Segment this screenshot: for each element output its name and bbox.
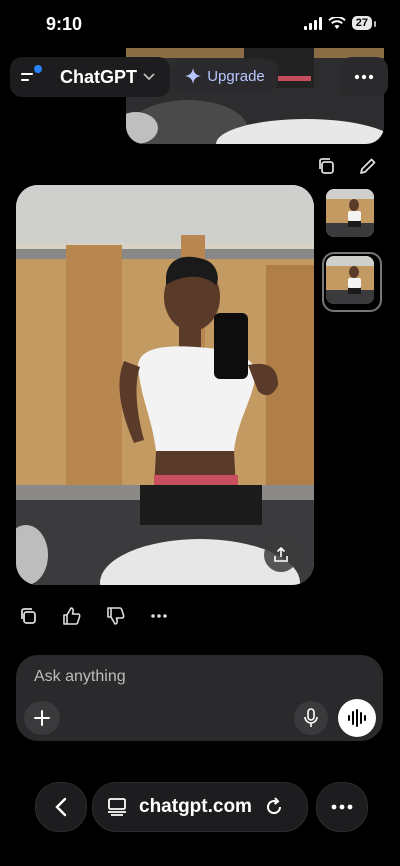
image-thumbnail[interactable] <box>326 189 374 237</box>
wifi-icon <box>328 16 346 29</box>
attach-button[interactable] <box>24 701 60 735</box>
thumbs-up-icon[interactable] <box>62 606 82 626</box>
status-indicators: 27 <box>303 16 377 30</box>
back-button[interactable] <box>35 782 87 832</box>
image-thumbnail-selected[interactable] <box>322 252 382 312</box>
more-options-button[interactable] <box>340 57 388 97</box>
thumbs-down-icon[interactable] <box>106 606 126 626</box>
plus-icon <box>34 710 50 726</box>
microphone-icon <box>304 708 318 727</box>
message-actions <box>18 606 168 626</box>
chevron-down-icon <box>143 73 155 81</box>
edit-button[interactable] <box>358 156 378 181</box>
copy-icon[interactable] <box>18 606 38 626</box>
browser-menu-button[interactable] <box>316 782 368 832</box>
composer <box>16 655 383 741</box>
header-title-button[interactable]: ChatGPT <box>10 57 170 97</box>
menu-icon[interactable] <box>20 65 42 87</box>
sparkle-icon <box>185 68 202 84</box>
voice-mode-button[interactable] <box>338 699 376 737</box>
ellipsis-icon <box>354 74 374 80</box>
share-icon <box>274 547 288 562</box>
waveform-icon <box>348 709 366 727</box>
url-text[interactable]: chatgpt.com <box>139 796 252 818</box>
upgrade-button[interactable]: Upgrade <box>172 59 278 93</box>
battery-indicator: 27 <box>351 16 377 30</box>
upgrade-label: Upgrade <box>207 67 265 85</box>
status-time: 9:10 <box>46 14 83 34</box>
address-bar[interactable]: chatgpt.com <box>92 782 308 832</box>
copy-button[interactable] <box>316 156 336 181</box>
ellipsis-icon <box>331 804 353 810</box>
pencil-icon <box>360 158 376 174</box>
chevron-left-icon <box>55 797 67 817</box>
generated-image[interactable] <box>16 185 314 585</box>
share-button[interactable] <box>264 538 298 572</box>
copy-icon <box>319 158 334 174</box>
signal-icon <box>303 16 322 30</box>
notification-dot <box>34 65 42 73</box>
app-title[interactable]: ChatGPT <box>60 67 137 88</box>
prompt-input[interactable] <box>32 667 336 687</box>
site-settings-icon[interactable] <box>107 798 127 816</box>
ellipsis-icon[interactable] <box>150 613 168 619</box>
reload-icon[interactable] <box>264 797 284 817</box>
dictate-button[interactable] <box>294 701 328 735</box>
